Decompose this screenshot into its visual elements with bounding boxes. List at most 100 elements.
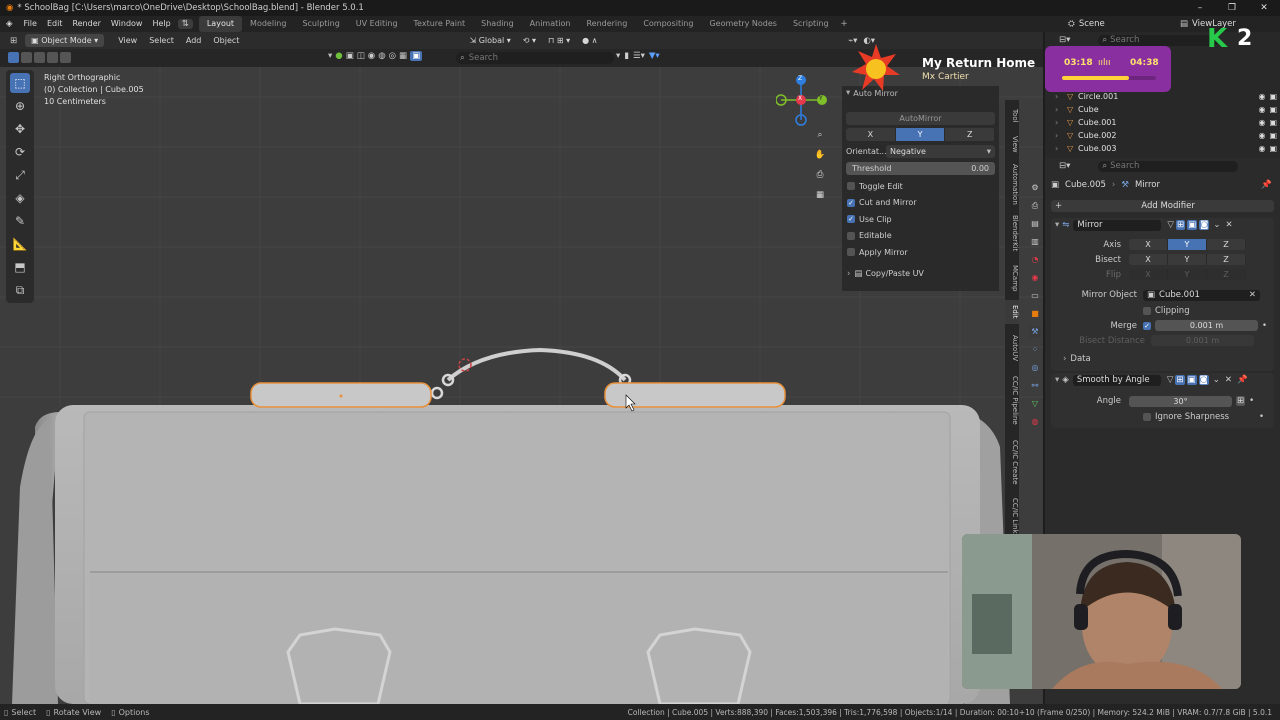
select-box-tool-icon[interactable]: ⬚ [10, 73, 30, 93]
particles-icon[interactable]: ⁘ [1029, 344, 1041, 356]
modifier-menu-icon[interactable]: ⌄ [1213, 220, 1220, 230]
node-socket-icon[interactable]: ⊞ [1236, 396, 1246, 406]
edit-mode-toggle-icon[interactable]: ▽ [1167, 375, 1174, 385]
select-intersect-icon[interactable] [60, 52, 71, 63]
angle-value-field[interactable]: 30° [1129, 395, 1232, 407]
material-preview-icon[interactable]: ◍ [378, 51, 385, 61]
add-modifier-button[interactable]: + Add Modifier [1051, 200, 1274, 212]
menu-render[interactable]: Render [67, 16, 105, 32]
tab-compositing[interactable]: Compositing [635, 16, 701, 32]
xray-icon[interactable]: ◫ [357, 51, 365, 61]
bisect-z[interactable]: Z [1207, 254, 1246, 265]
select-invert-icon[interactable] [47, 52, 58, 63]
menu-help[interactable]: Help [147, 16, 175, 32]
constraints-icon[interactable]: ⚯ [1029, 380, 1041, 392]
expand-icon[interactable]: › [1055, 144, 1067, 153]
collapse-icon[interactable]: ▾ [1055, 375, 1059, 385]
menu-object[interactable]: Object [207, 34, 245, 47]
modifier-properties-icon[interactable]: ⚒ [1029, 326, 1041, 338]
proportional-edit-icon[interactable]: ● ∧ [576, 34, 603, 47]
scale-tool-icon[interactable]: ⤢ [10, 165, 30, 185]
select-extend-icon[interactable] [21, 52, 32, 63]
tab-sculpting[interactable]: Sculpting [294, 16, 347, 32]
render-camera-icon[interactable]: ▣ [1269, 118, 1277, 127]
mode-selector[interactable]: ▣ Object Mode ▾ [25, 34, 105, 47]
bookmark-icon[interactable]: ▮ [624, 51, 629, 61]
tool-settings-icon[interactable]: ⚙ [1029, 182, 1041, 194]
annotate-tool-icon[interactable]: ✎ [10, 211, 30, 231]
render-camera-icon[interactable]: ▣ [1269, 131, 1277, 140]
filter-dropdown-icon[interactable]: ▾ [328, 51, 332, 61]
maximize-button[interactable]: ❐ [1216, 0, 1248, 16]
cursor-tool-icon[interactable]: ⊕ [10, 96, 30, 116]
tab-automation[interactable]: Automation [1005, 162, 1019, 206]
tab-ccic-create[interactable]: CC/IC Create [1005, 434, 1019, 490]
toggle-edit-option[interactable]: Toggle Edit [847, 178, 999, 195]
render-camera-icon[interactable]: ▣ [1269, 144, 1277, 153]
expand-icon[interactable]: › [1055, 118, 1067, 127]
toggle-edit-checkbox[interactable] [847, 182, 855, 191]
tab-autouv[interactable]: AutoUV [1005, 330, 1019, 366]
rotate-tool-icon[interactable]: ⟳ [10, 142, 30, 162]
data-properties-icon[interactable]: ▽ [1029, 398, 1041, 410]
viewport-toggle-icon[interactable]: ▣ [1186, 375, 1197, 385]
world-properties-icon[interactable]: ◉ [1029, 272, 1041, 284]
flip-y[interactable]: Y [1168, 269, 1207, 280]
apply-mirror-checkbox[interactable] [847, 248, 855, 257]
material-properties-icon[interactable]: ◍ [1029, 416, 1041, 428]
properties-type-icon[interactable]: ⊟▾ [1059, 161, 1070, 171]
smooth-name-field[interactable]: Smooth by Angle [1072, 374, 1161, 386]
scene-selector[interactable]: ⛭ Scene [1068, 16, 1105, 32]
keyframe-dot-icon[interactable]: • [1249, 396, 1254, 406]
extra-tool-icon[interactable]: ⧉ [10, 280, 30, 300]
cage-toggle-icon[interactable]: ⊞ [1175, 375, 1185, 385]
move-tool-icon[interactable]: ✥ [10, 119, 30, 139]
bisect-y[interactable]: Y [1168, 254, 1207, 265]
tab-ccic-pipeline[interactable]: CC/IC Pipeline [1005, 372, 1019, 428]
handle-mesh[interactable] [430, 347, 632, 400]
orientation-selector[interactable]: ⇲ Global ▾ [463, 34, 516, 47]
visibility-eye-icon[interactable]: ◉ [1258, 92, 1265, 101]
add-workspace-icon[interactable]: + [837, 19, 852, 29]
mirror-object-field[interactable]: ▣ Cube.001 ✕ [1143, 289, 1260, 301]
cut-and-mirror-option[interactable]: ✓ Cut and Mirror [847, 195, 999, 212]
viewport-toggle-icon[interactable]: ▣ [1187, 220, 1198, 230]
pan-hand-icon[interactable]: ✋ [812, 150, 828, 170]
list-item[interactable]: › ▽ Cube.001 ◉ ▣ [1055, 116, 1277, 129]
tab-geometry-nodes[interactable]: Geometry Nodes [701, 16, 784, 32]
workspace-dropdown-icon[interactable]: ⇅ [177, 19, 193, 29]
flip-x[interactable]: X [1129, 269, 1168, 280]
bisect-x[interactable]: X [1129, 254, 1168, 265]
cage-toggle-icon[interactable]: ⊞ [1175, 220, 1186, 230]
menu-edit[interactable]: Edit [42, 16, 68, 32]
output-properties-icon[interactable]: ▤ [1029, 218, 1041, 230]
mirror-modifier-header[interactable]: ▾ ⇋ Mirror ▽ ⊞ ▣ ◙ ⌄ ✕ [1051, 218, 1274, 232]
view-list-icon[interactable]: ☰▾ [633, 51, 645, 61]
list-item[interactable]: › ▽ Cube ◉ ▣ [1055, 103, 1277, 116]
minimize-button[interactable]: – [1184, 0, 1216, 16]
tab-mcamp[interactable]: MCamp [1005, 260, 1019, 296]
menu-view[interactable]: View [112, 34, 143, 47]
remove-modifier-icon[interactable]: ✕ [1225, 220, 1232, 230]
render-toggle-icon[interactable]: ◙ [1199, 220, 1210, 230]
tab-view[interactable]: View [1005, 132, 1019, 156]
collection-properties-icon[interactable]: ▭ [1029, 290, 1041, 302]
rendered-shading-icon[interactable]: ◎ [389, 51, 396, 61]
tab-layout[interactable]: Layout [198, 16, 243, 32]
shading-active-icon[interactable]: ▣ [410, 51, 423, 61]
snap-icon[interactable]: ⊓ ⊞ ▾ [542, 34, 576, 47]
filter-icon[interactable]: ▼▾ [649, 51, 660, 61]
auto-mirror-button[interactable]: AutoMirror [846, 112, 995, 125]
cut-and-mirror-checkbox[interactable]: ✓ [847, 198, 855, 207]
visibility-eye-icon[interactable]: ◉ [1258, 144, 1265, 153]
editor-type-icon[interactable]: ⊞ [10, 36, 17, 46]
data-subpanel[interactable]: › Data [1051, 351, 1274, 367]
copy-paste-uv-subpanel[interactable]: › ▤ Copy/Paste UV [842, 267, 999, 281]
tab-texture-paint[interactable]: Texture Paint [406, 16, 474, 32]
mirror-axis-x[interactable]: X [1129, 239, 1168, 250]
list-item[interactable]: › ▽ Cube.002 ◉ ▣ [1055, 129, 1277, 142]
expand-icon[interactable]: › [1055, 131, 1067, 140]
tab-edit[interactable]: Edit [1005, 300, 1019, 324]
editable-checkbox[interactable] [847, 231, 855, 240]
tab-ccic-link[interactable]: CC/IC Link [1005, 496, 1019, 536]
